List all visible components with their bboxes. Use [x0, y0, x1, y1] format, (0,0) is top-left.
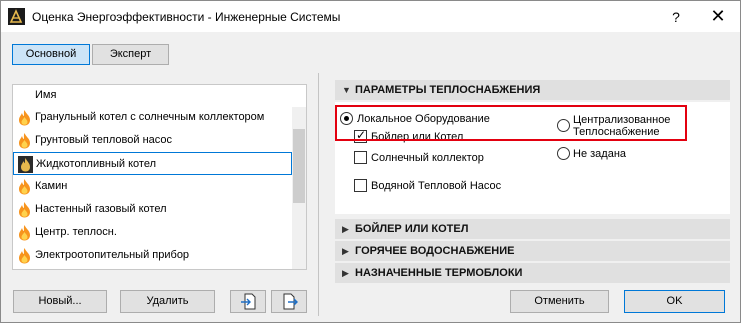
list-item-label: Гранульный котел с солнечным коллектором: [35, 111, 265, 123]
list-item[interactable]: Камин: [13, 175, 292, 198]
checkbox-solar-label: Солнечный коллектор: [371, 152, 484, 164]
section-boiler-header[interactable]: ▶ БОЙЛЕР ИЛИ КОТЕЛ: [335, 219, 730, 239]
scrollbar-thumb[interactable]: [293, 129, 305, 203]
panel-divider: [318, 73, 319, 316]
window-title: Оценка Энергоэффективности - Инженерные …: [32, 10, 341, 24]
list-item[interactable]: Гранульный котел с солнечным коллектором: [13, 106, 292, 129]
list-header[interactable]: Имя: [13, 85, 306, 106]
tab-expert[interactable]: Эксперт: [92, 44, 169, 65]
list-item-label: Грунтовый тепловой насос: [35, 134, 173, 146]
flame-icon: [19, 179, 30, 195]
list-item[interactable]: Центр. теплосн.: [13, 221, 292, 244]
dialog-window: Оценка Энергоэффективности - Инженерные …: [0, 0, 741, 323]
new-button[interactable]: Новый...: [13, 290, 107, 313]
list-item-label: Центр. теплосн.: [35, 226, 117, 238]
cancel-button[interactable]: Отменить: [510, 290, 609, 313]
section-thermal-blocks-header[interactable]: ▶ НАЗНАЧЕННЫЕ ТЕРМОБЛОКИ: [335, 263, 730, 283]
archicad-app-icon: [8, 8, 25, 25]
export-button[interactable]: [271, 290, 307, 313]
collapsed-arrow-icon: ▶: [342, 246, 349, 256]
collapsed-arrow-icon: ▶: [342, 224, 349, 234]
list-item-selected[interactable]: Жидкотопливный котел: [13, 152, 292, 175]
title-bar: Оценка Энергоэффективности - Инженерные …: [1, 1, 740, 32]
column-header-name: Имя: [35, 89, 57, 101]
radio-not-set[interactable]: [557, 147, 570, 160]
section-title: БОЙЛЕР ИЛИ КОТЕЛ: [355, 223, 469, 235]
checkbox-heat-pump-label: Водяной Тепловой Насос: [371, 180, 502, 192]
delete-button[interactable]: Удалить: [120, 290, 215, 313]
highlight-frame: [335, 105, 687, 141]
list-item-label: Камин: [35, 180, 68, 192]
section-heat-supply-header[interactable]: ▼ ПАРАМЕТРЫ ТЕПЛОСНАБЖЕНИЯ: [335, 80, 730, 100]
import-file-icon: [241, 293, 256, 310]
archicad-flame-icon: [18, 156, 33, 173]
export-file-icon: [283, 293, 298, 310]
list-item-label: Электроотопительный прибор: [35, 249, 190, 261]
checkbox-heat-pump[interactable]: [354, 179, 367, 192]
list-item-label: Настенный газовый котел: [35, 203, 167, 215]
section-title: ГОРЯЧЕЕ ВОДОСНАБЖЕНИЕ: [355, 245, 515, 257]
list-item-label: Жидкотопливный котел: [36, 158, 157, 170]
system-list: Имя Гранульный котел с солнечным коллект…: [12, 84, 307, 270]
list-item[interactable]: Электроотопительный прибор: [13, 244, 292, 267]
close-icon[interactable]: ✕: [701, 5, 735, 29]
section-title: ПАРАМЕТРЫ ТЕПЛОСНАБЖЕНИЯ: [355, 84, 541, 96]
list-item[interactable]: Настенный газовый котел: [13, 198, 292, 221]
flame-icon: [19, 202, 30, 218]
collapsed-arrow-icon: ▶: [342, 268, 349, 278]
ok-button[interactable]: OK: [624, 290, 725, 313]
flame-icon: [19, 225, 30, 241]
flame-icon: [19, 110, 30, 126]
checkbox-solar-collector[interactable]: [354, 151, 367, 164]
import-button[interactable]: [230, 290, 266, 313]
list-scrollbar[interactable]: [292, 107, 306, 269]
expanded-arrow-icon: ▼: [342, 85, 351, 95]
flame-icon: [19, 248, 30, 264]
tab-basic[interactable]: Основной: [12, 44, 90, 65]
help-icon[interactable]: ?: [661, 5, 691, 29]
section-title: НАЗНАЧЕННЫЕ ТЕРМОБЛОКИ: [355, 267, 523, 279]
flame-icon: [19, 133, 30, 149]
section-hot-water-header[interactable]: ▶ ГОРЯЧЕЕ ВОДОСНАБЖЕНИЕ: [335, 241, 730, 261]
list-item[interactable]: Грунтовый тепловой насос: [13, 129, 292, 152]
radio-not-set-label: Не задана: [573, 148, 627, 160]
